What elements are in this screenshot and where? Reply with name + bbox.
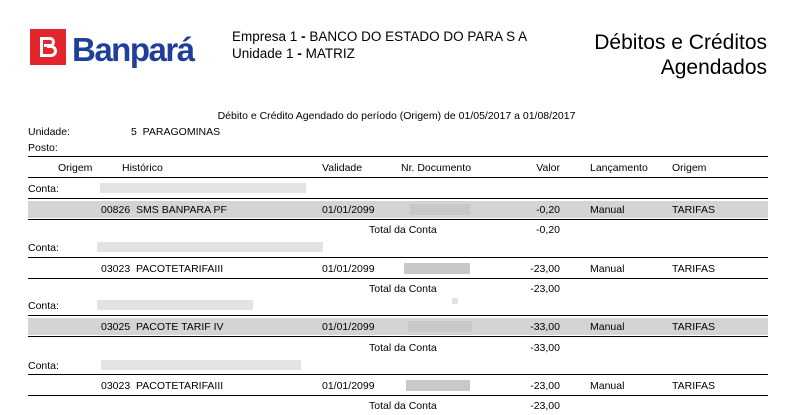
total-label: Total da Conta [369, 400, 437, 412]
total-label: Total da Conta [369, 342, 437, 354]
conta-label: Conta: [28, 360, 59, 372]
header-rule-bottom [28, 177, 768, 178]
row-origem: TARIFAS [672, 263, 715, 275]
posto-label: Posto: [28, 142, 58, 154]
total-value: -33,00 [530, 342, 560, 354]
banpara-logo-mark [30, 29, 66, 65]
redacted-document [406, 380, 470, 391]
redacted-document [404, 263, 470, 274]
row-lancamento: Manual [590, 380, 625, 392]
row-lancamento: Manual [590, 204, 625, 216]
period-caption: Débito e Crédito Agendado do período (Or… [217, 110, 576, 122]
empresa-label: Empresa 1 [232, 29, 298, 44]
total-value: -0,20 [536, 224, 560, 236]
col-historico: Histórico [122, 162, 163, 174]
col-origem-2: Origem [672, 162, 707, 174]
row-valor: -33,00 [530, 321, 560, 333]
total-label: Total da Conta [369, 283, 437, 295]
unidade-value: 5 PARAGOMINAS [131, 126, 221, 138]
redacted-account [100, 183, 306, 193]
col-validade: Validade [322, 162, 363, 174]
conta-label: Conta: [28, 183, 59, 195]
redacted-account [101, 360, 301, 370]
logo-text: Banpará [72, 31, 195, 68]
title-line-1: Débitos e Créditos [594, 31, 767, 54]
total-label: Total da Conta [369, 224, 437, 236]
row-validade: 01/01/2099 [322, 204, 375, 216]
total-value: -23,00 [530, 283, 560, 295]
row-rule [28, 374, 768, 375]
redacted-account [97, 242, 323, 252]
report-title: Débitos e Créditos Agendados [594, 30, 767, 80]
row-valor: -23,00 [530, 380, 560, 392]
row-rule [28, 336, 768, 337]
unidade-name: MATRIZ [305, 46, 355, 61]
conta-label: Conta: [28, 300, 59, 312]
col-documento: Nr. Documento [401, 162, 472, 174]
row-rule [28, 315, 768, 316]
row-origem: TARIFAS [672, 204, 715, 216]
col-origem: Origem [58, 162, 93, 174]
banpara-logo-icon [40, 37, 57, 57]
row-valor: -23,00 [530, 263, 560, 275]
header-rule-top [28, 156, 768, 157]
redacted-account [97, 300, 253, 310]
row-origem: TARIFAS [672, 321, 715, 333]
row-historico: 00826 SMS BANPARA PF [101, 204, 227, 216]
row-rule [28, 219, 768, 220]
col-valor: Valor [536, 162, 560, 174]
row-valor: -0,20 [536, 204, 560, 216]
row-historico: 03023 PACOTETARIFAIII [101, 263, 224, 275]
row-rule [28, 395, 768, 396]
col-lancamento: Lançamento [590, 162, 648, 174]
row-lancamento: Manual [590, 321, 625, 333]
row-rule [28, 257, 768, 258]
row-rule [28, 198, 768, 199]
redacted-mark [452, 298, 458, 304]
row-origem: TARIFAS [672, 380, 715, 392]
empresa-name: BANCO DO ESTADO DO PARA S A [309, 29, 528, 44]
title-line-2: Agendados [660, 56, 767, 79]
company-info: Empresa 1 - BANCO DO ESTADO DO PARA S A … [232, 29, 528, 61]
row-validade: 01/01/2099 [322, 321, 375, 333]
row-historico: 03025 PACOTE TARIF IV [101, 321, 224, 333]
row-lancamento: Manual [590, 263, 625, 275]
redacted-document [408, 321, 472, 332]
unidade-label: Unidade 1 [232, 46, 294, 61]
conta-label: Conta: [28, 242, 59, 254]
total-value: -23,00 [530, 400, 560, 412]
row-validade: 01/01/2099 [322, 263, 375, 275]
row-rule [28, 278, 768, 279]
row-historico: 03023 PACOTETARIFAIII [101, 380, 224, 392]
redacted-document [410, 204, 470, 215]
unidade-label: Unidade: [28, 126, 71, 138]
row-validade: 01/01/2099 [322, 380, 375, 392]
